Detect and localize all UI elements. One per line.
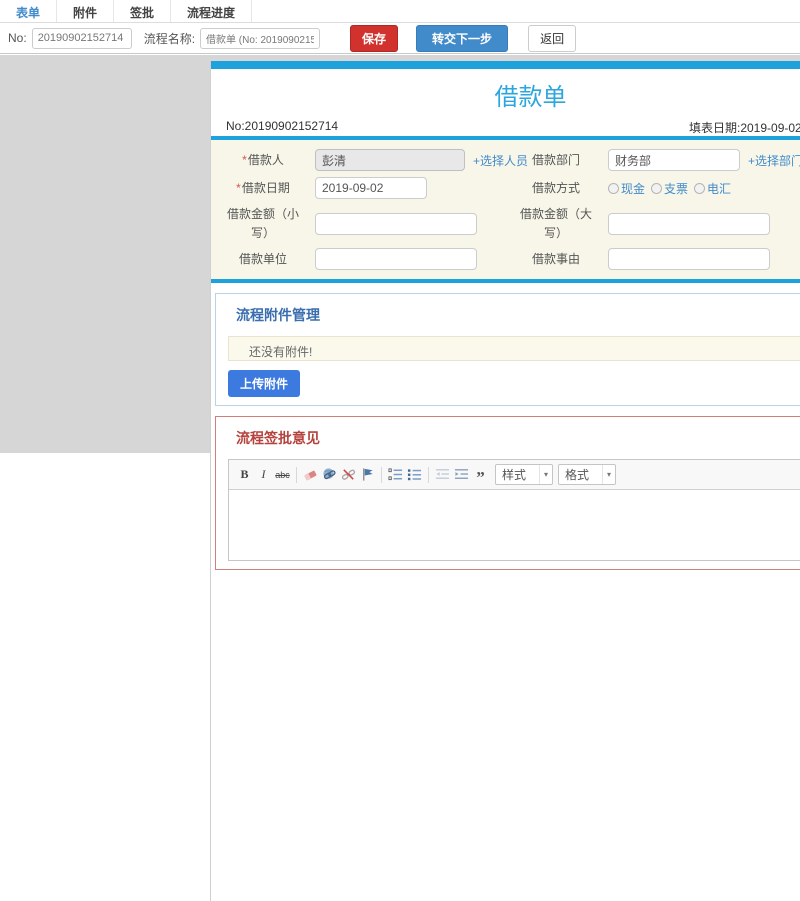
command-bar: No: 流程名称: 保存 转交下一步 返回 (0, 23, 800, 54)
tab-attachments[interactable]: 附件 (57, 0, 115, 22)
accent-divider-bar-bottom (211, 279, 800, 284)
borrower-input[interactable] (315, 149, 465, 171)
toolbar-separator (381, 466, 382, 483)
loan-date-label: *借款日期 (236, 180, 290, 195)
radio-cheque[interactable] (651, 182, 663, 194)
no-attachments-message: 还没有附件! (228, 336, 800, 362)
radio-cash-label[interactable]: 现金 (621, 180, 645, 197)
loan-form-fields: *借款人 +选择人员 借款部门 +选择部门 *借款日期 借款方式 现金 支票 电… (211, 140, 800, 280)
form-no-text: No:20190902152714 (226, 119, 339, 133)
select-department-link[interactable]: +选择部门 (748, 152, 800, 169)
form-meta-row: No:20190902152714 填表日期:2019-09-02 15:27:… (211, 116, 800, 136)
loan-method-label: 借款方式 (531, 180, 580, 195)
tab-approval[interactable]: 签批 (114, 0, 172, 22)
required-mark: * (236, 180, 241, 195)
strikethrough-icon[interactable]: abc (274, 466, 291, 483)
loan-method-options: 现金 支票 电汇 (608, 180, 737, 197)
tab-form[interactable]: 表单 (0, 0, 58, 22)
page-title: 借款单 (494, 84, 567, 111)
loan-method-field: 借款方式 现金 支票 电汇 (516, 174, 800, 202)
editor-content[interactable] (229, 490, 800, 561)
styles-dropdown[interactable]: 样式 ▾ (495, 464, 553, 486)
bullet-list-icon[interactable] (406, 466, 423, 483)
anchor-flag-icon[interactable] (359, 466, 376, 483)
top-accent-bar (211, 61, 800, 69)
chevron-down-icon: ▾ (601, 465, 615, 485)
styles-dropdown-label: 样式 (502, 468, 527, 483)
amount-uppercase-field: 借款金额（大写） (516, 202, 800, 245)
no-label: No: (8, 31, 27, 45)
flow-name-label: 流程名称: (143, 31, 196, 46)
numbered-list-icon[interactable] (387, 466, 404, 483)
editor-toolbar: B I abc ” 样式 ▾ 格式 ▾ (229, 460, 800, 491)
radio-wire[interactable] (694, 182, 706, 194)
borrower-field: *借款人 +选择人员 (223, 146, 528, 174)
radio-cheque-label[interactable]: 支票 (664, 180, 688, 197)
forward-next-step-button[interactable]: 转交下一步 (416, 24, 509, 52)
back-button[interactable]: 返回 (528, 24, 577, 52)
borrower-label: *借款人 (242, 152, 284, 167)
form-fill-date: 填表日期:2019-09-02 15:27:14 (689, 121, 800, 135)
loan-date-field: *借款日期 (223, 174, 508, 202)
format-dropdown-label: 格式 (565, 468, 590, 483)
chevron-down-icon: ▾ (538, 465, 552, 485)
amount-lowercase-input[interactable] (315, 212, 477, 235)
loan-unit-label: 借款单位 (238, 251, 287, 266)
department-field: 借款部门 +选择部门 (516, 146, 800, 174)
format-dropdown[interactable]: 格式 ▾ (558, 464, 616, 486)
outdent-icon[interactable] (434, 466, 451, 483)
toolbar-separator (296, 466, 297, 483)
loan-reason-label: 借款事由 (531, 251, 580, 266)
attachments-heading: 流程附件管理 (236, 307, 320, 324)
remove-format-icon[interactable] (302, 466, 319, 483)
blockquote-icon[interactable]: ” (472, 466, 489, 486)
department-input[interactable] (608, 149, 740, 171)
required-mark: * (242, 152, 247, 167)
save-button[interactable]: 保存 (350, 24, 399, 52)
unlink-icon[interactable] (340, 466, 357, 483)
flow-name-input[interactable] (200, 27, 321, 49)
loan-date-input[interactable] (315, 177, 427, 199)
amount-uppercase-label: 借款金额（大写） (519, 207, 592, 240)
indent-icon[interactable] (453, 466, 470, 483)
toolbar-separator (428, 466, 429, 483)
italic-icon[interactable]: I (255, 466, 272, 483)
tab-process-progress[interactable]: 流程进度 (171, 0, 253, 22)
rich-text-editor: B I abc ” 样式 ▾ 格式 ▾ (228, 459, 800, 562)
approval-opinion-heading: 流程签批意见 (236, 430, 320, 447)
amount-lowercase-label: 借款金额（小写） (226, 207, 299, 240)
amount-uppercase-input[interactable] (608, 212, 770, 235)
view-tabbar: 表单 附件 签批 流程进度 (0, 0, 800, 23)
link-icon[interactable] (321, 466, 338, 483)
loan-unit-input[interactable] (315, 248, 477, 271)
attachments-section: 流程附件管理 还没有附件! 上传附件 (215, 293, 800, 407)
approval-opinion-section: 流程签批意见 B I abc ” 样式 ▾ 格式 ▾ (215, 416, 800, 571)
loan-reason-input[interactable] (608, 248, 770, 271)
amount-lowercase-field: 借款金额（小写） (223, 202, 508, 245)
loan-form-panel: 借款单 No:20190902152714 填表日期:2019-09-02 15… (210, 61, 800, 901)
radio-cash[interactable] (608, 182, 619, 194)
upload-attachment-button[interactable]: 上传附件 (228, 370, 301, 398)
radio-wire-label[interactable]: 电汇 (707, 180, 731, 197)
loan-reason-field: 借款事由 (516, 245, 800, 273)
no-input[interactable] (31, 27, 132, 49)
bold-icon[interactable]: B (236, 466, 253, 483)
department-label: 借款部门 (531, 152, 580, 167)
loan-unit-field: 借款单位 (223, 245, 508, 273)
